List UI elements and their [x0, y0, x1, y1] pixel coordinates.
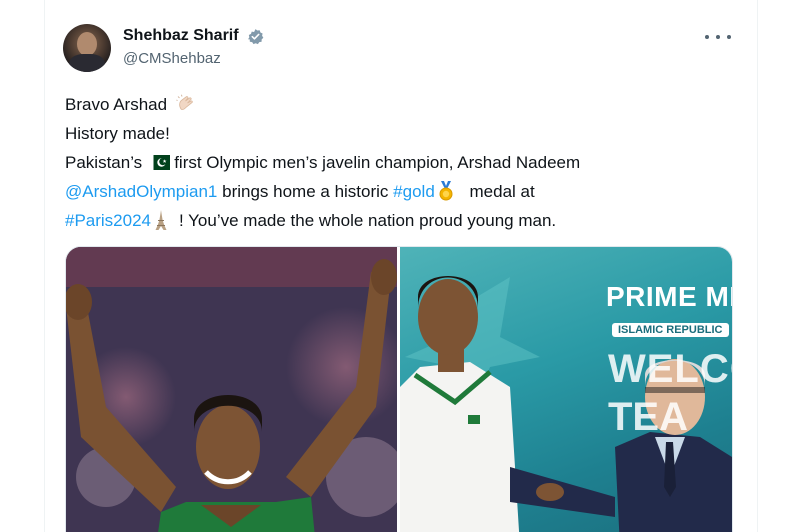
verified-badge-icon — [248, 28, 264, 44]
tweet-text-bravo: Bravo Arshad — [65, 95, 168, 114]
avatar[interactable] — [63, 24, 111, 72]
dot — [727, 35, 731, 39]
tweet-line-1: Bravo Arshad — [65, 90, 737, 119]
author-handle[interactable]: @CMShehbaz — [123, 48, 264, 70]
media-grid: PRIME MI ISLAMIC REPUBLIC WELCO TEA — [65, 246, 733, 532]
hashtag-paris-link[interactable]: #Paris2024 — [65, 211, 151, 230]
gold-medal-icon — [439, 181, 453, 201]
clapping-hands-icon — [176, 94, 193, 110]
banner-welcome: WELCO — [608, 347, 732, 391]
hashtag-gold-link[interactable]: #gold — [393, 182, 435, 201]
pakistan-flag-icon — [148, 155, 171, 170]
author-display-name[interactable]: Shehbaz Sharif — [123, 26, 239, 46]
avatar-face — [77, 32, 97, 56]
tweet-line-4: @ArshadOlympian1 brings home a historic … — [65, 177, 737, 206]
banner-team: TEA — [608, 395, 688, 439]
eiffel-tower-icon — [155, 210, 167, 230]
dot — [705, 35, 709, 39]
tweet-header: Shehbaz Sharif @CMShehbaz — [63, 20, 739, 76]
meeting-photo[interactable]: PRIME MI ISLAMIC REPUBLIC WELCO TEA — [400, 247, 732, 532]
mention-link[interactable]: @ArshadOlympian1 — [65, 182, 217, 201]
athlete-celebration-illustration — [66, 247, 397, 532]
avatar-suit — [69, 54, 105, 72]
dot — [716, 35, 720, 39]
author-names: Shehbaz Sharif @CMShehbaz — [123, 26, 264, 70]
tweet-line-3: Pakistan’s first Olympic men’s javelin c… — [65, 148, 737, 177]
tweet-text: Bravo Arshad History made! Pakistan’s fi… — [65, 90, 737, 235]
banner-title: PRIME MI — [606, 281, 732, 312]
tweet-text-medal-at: medal at — [469, 182, 535, 201]
tweet-text-proud: ! You’ve made the whole nation proud you… — [179, 211, 557, 230]
tweet-text-champion: first Olympic men’s javelin champion, Ar… — [174, 153, 581, 172]
tweet-line-2: History made! — [65, 124, 170, 143]
banner-subtitle: ISLAMIC REPUBLIC — [612, 323, 729, 337]
tweet-text-brings: brings home a historic — [222, 182, 389, 201]
athlete-celebration-photo[interactable] — [66, 247, 397, 532]
more-horizontal-icon[interactable] — [705, 28, 731, 46]
tweet-text-pakistans: Pakistan’s — [65, 153, 143, 172]
tweet-card[interactable]: Shehbaz Sharif @CMShehbaz Bravo Arshad H… — [44, 0, 758, 532]
tweet-line-5: #Paris2024 ! You’ve made the whole natio… — [65, 206, 737, 235]
